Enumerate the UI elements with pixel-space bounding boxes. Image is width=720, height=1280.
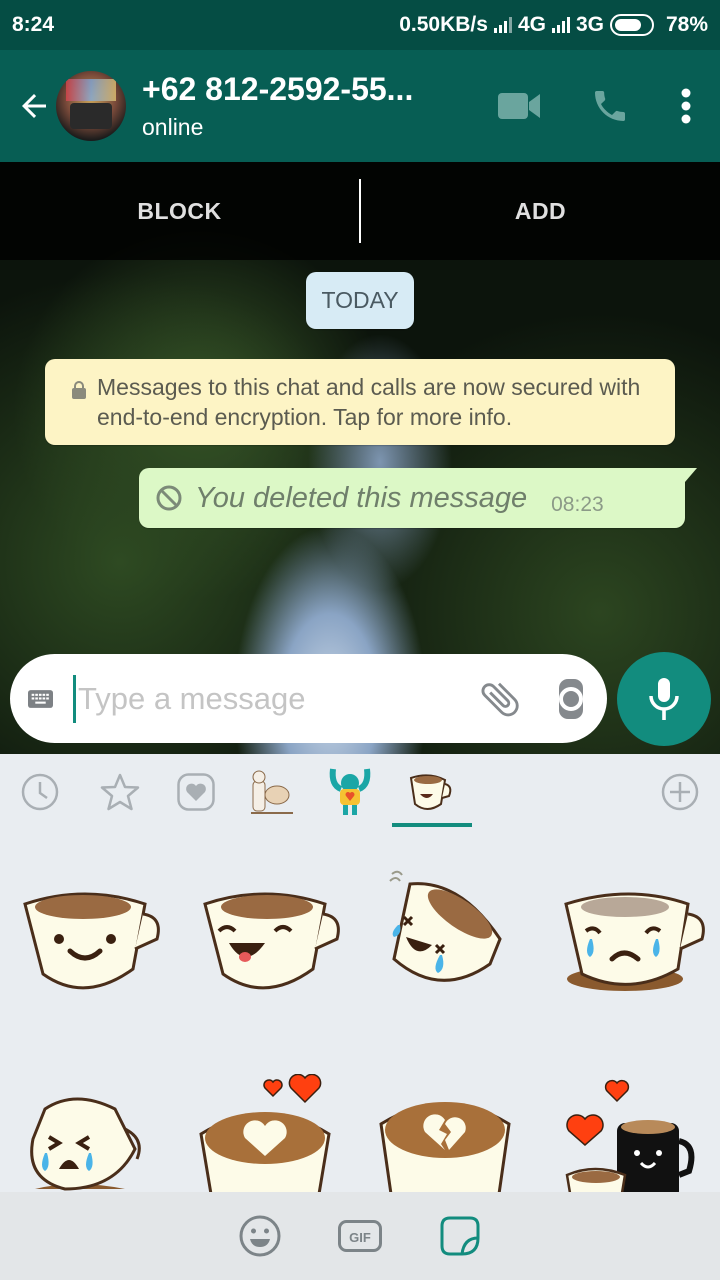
message-bubble-outgoing[interactable]: You deleted this message 08:23: [139, 468, 697, 528]
tab-starred[interactable]: [90, 762, 150, 822]
status-icons: 0.50KB/s 4G 3G 78%: [399, 13, 708, 37]
star-icon: [100, 773, 140, 811]
tab-dog-pack[interactable]: [242, 762, 302, 822]
signal-icon: [551, 17, 570, 33]
message-text: You deleted this message: [195, 481, 528, 514]
coffee-crying-tipped-sticker: [30, 1097, 141, 1191]
clock: 8:24: [12, 13, 55, 36]
add-sticker-pack-button[interactable]: [650, 762, 710, 822]
video-call-button[interactable]: [490, 76, 550, 136]
message-composer: [10, 654, 607, 743]
lock-icon: [72, 381, 86, 399]
add-contact-button[interactable]: ADD: [361, 198, 720, 225]
latte-heart-sticker: [199, 1074, 331, 1196]
video-call-icon: [498, 93, 540, 119]
sticker-pack-tabs: [0, 754, 720, 834]
camera-icon: [559, 686, 583, 711]
block-button[interactable]: BLOCK: [0, 198, 359, 225]
coffee-laugh-sticker: [203, 892, 340, 990]
encryption-notice[interactable]: Messages to this chat and calls are now …: [45, 359, 675, 445]
status-bar: 8:24 0.50KB/s 4G 3G 78%: [0, 0, 720, 50]
selected-tab-indicator: [392, 823, 472, 827]
network-type-1: 4G: [517, 13, 546, 36]
sticker-coffee-sad-spill[interactable]: [560, 874, 710, 1004]
battery-icon: [609, 14, 654, 36]
tab-coffee-pack[interactable]: [400, 762, 460, 822]
back-button[interactable]: [12, 84, 56, 128]
microphone-icon: [649, 678, 679, 720]
tab-favorites[interactable]: [166, 762, 226, 822]
chat-app-bar: +62 812-2592-55... online: [0, 50, 720, 162]
coffee-falling-tears-sticker: [389, 870, 502, 982]
keyboard-toggle-icon[interactable]: [28, 682, 53, 716]
voice-call-icon: [595, 91, 625, 121]
emoji-tab[interactable]: [236, 1212, 284, 1260]
tab-monkey-pack[interactable]: [320, 762, 380, 822]
gif-label: GIF: [349, 1230, 371, 1245]
contact-info[interactable]: +62 812-2592-55... online: [142, 70, 490, 142]
contact-name: +62 812-2592-55...: [142, 71, 414, 107]
dog-sticker-icon: [251, 770, 293, 814]
deleted-message-icon: [156, 485, 182, 511]
sticker-coffee-falling-tears[interactable]: [380, 869, 530, 999]
monkey-sticker-icon: [329, 768, 371, 815]
encryption-notice-text: Messages to this chat and calls are now …: [97, 374, 641, 430]
paperclip-icon: [481, 682, 519, 716]
emoji-icon: [239, 1215, 281, 1257]
sticker-mugs-in-love[interactable]: [555, 1074, 705, 1204]
gif-icon: GIF: [338, 1220, 382, 1252]
add-icon: [661, 773, 699, 811]
contact-status: online: [142, 114, 204, 140]
clock-icon: [21, 773, 59, 811]
sticker-tab[interactable]: [436, 1212, 484, 1260]
sticker-latte-heart[interactable]: [195, 1074, 345, 1204]
network-speed: 0.50KB/s: [399, 13, 488, 36]
unknown-contact-actions: BLOCK ADD: [0, 162, 720, 260]
gif-tab[interactable]: GIF: [336, 1212, 384, 1260]
sticker-coffee-crying-tipped[interactable]: [15, 1074, 165, 1204]
avatar[interactable]: [56, 71, 126, 141]
sticker-latte-broken-heart[interactable]: [375, 1074, 525, 1204]
mugs-in-love-sticker: [565, 1079, 695, 1199]
coffee-smile-sticker: [23, 892, 160, 990]
attach-button[interactable]: [477, 674, 523, 724]
signal-icon: [493, 17, 512, 33]
latte-broken-heart-sticker: [379, 1102, 511, 1196]
emoji-gif-sticker-bar: GIF: [0, 1192, 720, 1280]
heart-icon: [177, 773, 215, 811]
more-options-button[interactable]: [666, 76, 706, 136]
message-time: 08:23: [551, 493, 604, 516]
voice-call-button[interactable]: [580, 76, 640, 136]
coffee-sad-spill-sticker: [564, 892, 705, 991]
voice-record-button[interactable]: [617, 652, 711, 746]
coffee-cup-sticker-icon: [409, 774, 452, 810]
back-arrow-icon: [22, 94, 46, 118]
more-options-icon: [681, 88, 691, 124]
network-type-2: 3G: [575, 13, 604, 36]
battery-percent: 78%: [665, 13, 708, 36]
sticker-coffee-smile[interactable]: [15, 874, 165, 1004]
sticker-coffee-laugh[interactable]: [195, 874, 345, 1004]
date-chip: TODAY: [306, 272, 414, 329]
message-input[interactable]: [73, 674, 477, 723]
tab-recent[interactable]: [10, 762, 70, 822]
sticker-tray: [0, 754, 720, 1199]
camera-button[interactable]: [559, 678, 583, 719]
sticker-icon: [440, 1216, 480, 1256]
